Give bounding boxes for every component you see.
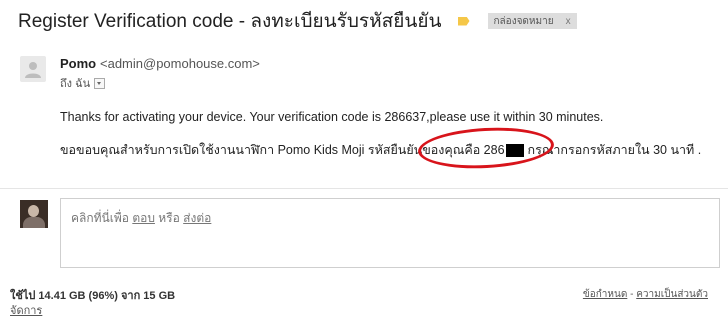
- manage-storage-link[interactable]: จัดการ: [10, 301, 42, 319]
- footer-separator: -: [627, 289, 637, 300]
- reply-prefix: คลิกที่นี่เพื่อ: [71, 211, 133, 225]
- reply-link[interactable]: ตอบ: [132, 211, 155, 225]
- email-body-thai: ขอขอบคุณสำหรับการเปิดใช้งานนาฬิกา Pomo K…: [60, 140, 701, 160]
- forward-link[interactable]: ส่งต่อ: [183, 211, 211, 225]
- reply-box[interactable]: คลิกที่นี่เพื่อ ตอบ หรือ ส่งต่อ: [60, 198, 720, 268]
- footer-links: ข้อกำหนด - ความเป็นส่วนตัว: [583, 287, 708, 302]
- user-avatar: [20, 200, 48, 228]
- email-body-english: Thanks for activating your device. Your …: [60, 110, 604, 124]
- person-placeholder-icon: [25, 62, 41, 78]
- user-avatar-body: [23, 217, 45, 228]
- inbox-label-chip[interactable]: กล่องจดหมาย x: [487, 13, 577, 29]
- sender-name[interactable]: Pomo: [60, 56, 96, 71]
- annotation-ellipse: [417, 124, 555, 172]
- chevron-down-icon[interactable]: [94, 77, 106, 89]
- reply-or: หรือ: [154, 211, 184, 225]
- inbox-label-text: กล่องจดหมาย: [493, 15, 554, 27]
- divider: [0, 188, 728, 189]
- recipient-text: ถึง ฉัน: [60, 78, 91, 90]
- privacy-link[interactable]: ความเป็นส่วนตัว: [636, 289, 708, 300]
- terms-link[interactable]: ข้อกำหนด: [583, 289, 627, 300]
- remove-label-button[interactable]: x: [566, 16, 571, 27]
- email-subject: Register Verification code - ลงทะเบียนรั…: [18, 11, 442, 32]
- subject-row: Register Verification code - ลงทะเบียนรั…: [18, 8, 728, 34]
- sender-email: <admin@pomohouse.com>: [100, 56, 260, 71]
- important-marker-icon[interactable]: [457, 16, 470, 26]
- user-avatar-head: [28, 205, 39, 217]
- recipient-row: ถึง ฉัน: [60, 74, 106, 92]
- sender-avatar: [20, 56, 46, 82]
